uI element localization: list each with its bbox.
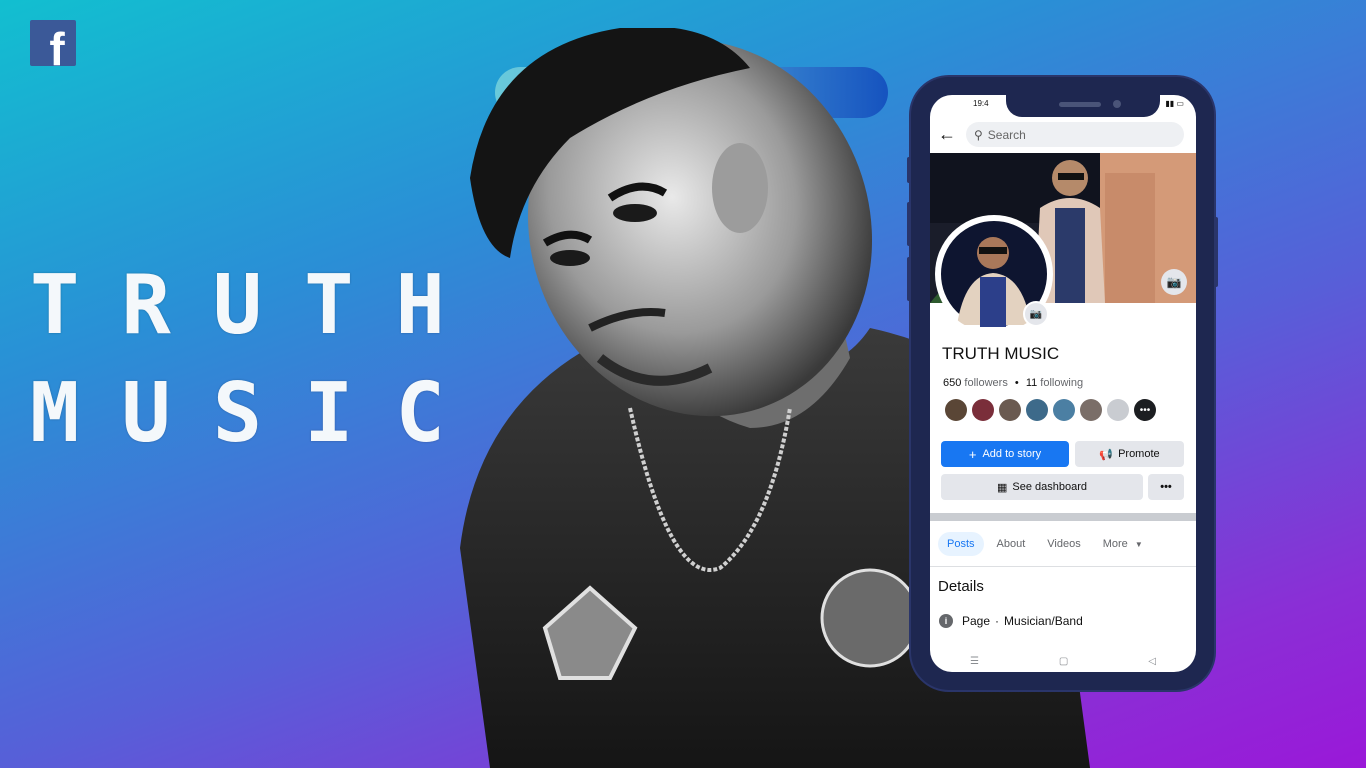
phone-notch bbox=[1006, 95, 1160, 117]
facebook-logo: f bbox=[30, 20, 76, 66]
follow-stats[interactable]: 650 followers • 11 following bbox=[943, 377, 1083, 389]
megaphone-icon: 📢 bbox=[1099, 448, 1114, 461]
status-time: 19:4 bbox=[973, 99, 989, 108]
plus-icon: + bbox=[968, 446, 977, 462]
page-category-row: i Page · Musician/Band bbox=[939, 614, 1083, 628]
avatar-camera-icon[interactable]: 📷 bbox=[1023, 301, 1049, 327]
follower-avatar[interactable] bbox=[1026, 399, 1048, 421]
phone-volume-down bbox=[907, 257, 911, 301]
facebook-f-glyph: f bbox=[49, 23, 65, 66]
followers-count: 650 bbox=[943, 377, 962, 389]
follower-avatar[interactable] bbox=[1107, 399, 1129, 421]
tab-videos[interactable]: Videos bbox=[1038, 532, 1089, 556]
followers-label: followers bbox=[964, 377, 1008, 389]
camera-icon[interactable]: 📷 bbox=[1161, 269, 1187, 295]
phone-side-button bbox=[907, 157, 911, 183]
follower-avatars[interactable]: ••• bbox=[945, 399, 1161, 421]
info-icon: i bbox=[939, 614, 953, 628]
front-camera bbox=[1113, 100, 1121, 108]
tab-posts[interactable]: Posts bbox=[938, 532, 984, 556]
phone-volume-up bbox=[907, 202, 911, 246]
stats-separator: • bbox=[1014, 377, 1019, 389]
following-label: following bbox=[1040, 377, 1084, 389]
chart-icon: ▦ bbox=[996, 481, 1008, 494]
see-dashboard-button[interactable]: ▦ See dashboard bbox=[941, 474, 1143, 500]
page-category: Musician/Band bbox=[1004, 614, 1083, 628]
search-placeholder: Search bbox=[987, 127, 1026, 142]
arrow-left-icon[interactable]: ← bbox=[938, 125, 956, 143]
phone-power-button bbox=[1214, 217, 1218, 287]
details-heading: Details bbox=[938, 578, 984, 595]
tab-more-label: More bbox=[1102, 538, 1128, 550]
caret-down-icon: ▼ bbox=[1134, 540, 1143, 549]
speaker bbox=[1059, 102, 1101, 107]
search-input[interactable]: ⚲ Search bbox=[966, 122, 1184, 147]
page-name: TRUTH MUSIC bbox=[942, 344, 1060, 363]
phone-mockup: 19:4 ▮▮ ▭ ← ⚲ Search 📷 📷 TRUTH MUSIC 650… bbox=[907, 77, 1218, 690]
profile-tabs: Posts About Videos More ▼ bbox=[938, 532, 1156, 556]
following-count: 11 bbox=[1025, 377, 1038, 389]
tab-about[interactable]: About bbox=[988, 532, 1035, 556]
tab-more[interactable]: More ▼ bbox=[1094, 532, 1152, 556]
tabs-underline bbox=[930, 566, 1196, 567]
follower-avatar[interactable] bbox=[945, 399, 967, 421]
menu-icon[interactable]: ☰ bbox=[970, 656, 979, 667]
follower-avatar[interactable] bbox=[1053, 399, 1075, 421]
home-icon[interactable]: ▢ bbox=[1059, 656, 1068, 667]
more-followers-button[interactable]: ••• bbox=[1134, 399, 1156, 421]
status-icons: ▮▮ ▭ bbox=[1165, 99, 1184, 108]
follower-avatar[interactable] bbox=[999, 399, 1021, 421]
add-to-story-button[interactable]: + Add to story bbox=[941, 441, 1069, 467]
follower-avatar[interactable] bbox=[1080, 399, 1102, 421]
more-options-button[interactable]: ••• bbox=[1148, 474, 1184, 500]
section-divider bbox=[930, 513, 1196, 521]
follower-avatar[interactable] bbox=[972, 399, 994, 421]
promote-button[interactable]: 📢 Promote bbox=[1075, 441, 1184, 467]
back-icon[interactable]: ◁ bbox=[1148, 656, 1156, 667]
details-dot: · bbox=[995, 614, 1000, 628]
promote-label: Promote bbox=[1118, 448, 1160, 460]
phone-screen: 19:4 ▮▮ ▭ ← ⚲ Search 📷 📷 TRUTH MUSIC 650… bbox=[930, 95, 1196, 672]
see-dashboard-label: See dashboard bbox=[1012, 481, 1088, 493]
system-nav-bar: ☰ ▢ ◁ bbox=[930, 651, 1196, 672]
hero-title-line-2: MUSIC bbox=[30, 366, 487, 461]
magnifier-icon: ⚲ bbox=[974, 127, 983, 142]
hero-title-line-1: TRUTH bbox=[30, 258, 487, 353]
page-prefix: Page bbox=[962, 614, 991, 628]
top-bar: ← ⚲ Search bbox=[930, 117, 1196, 153]
add-to-story-label: Add to story bbox=[982, 448, 1042, 460]
